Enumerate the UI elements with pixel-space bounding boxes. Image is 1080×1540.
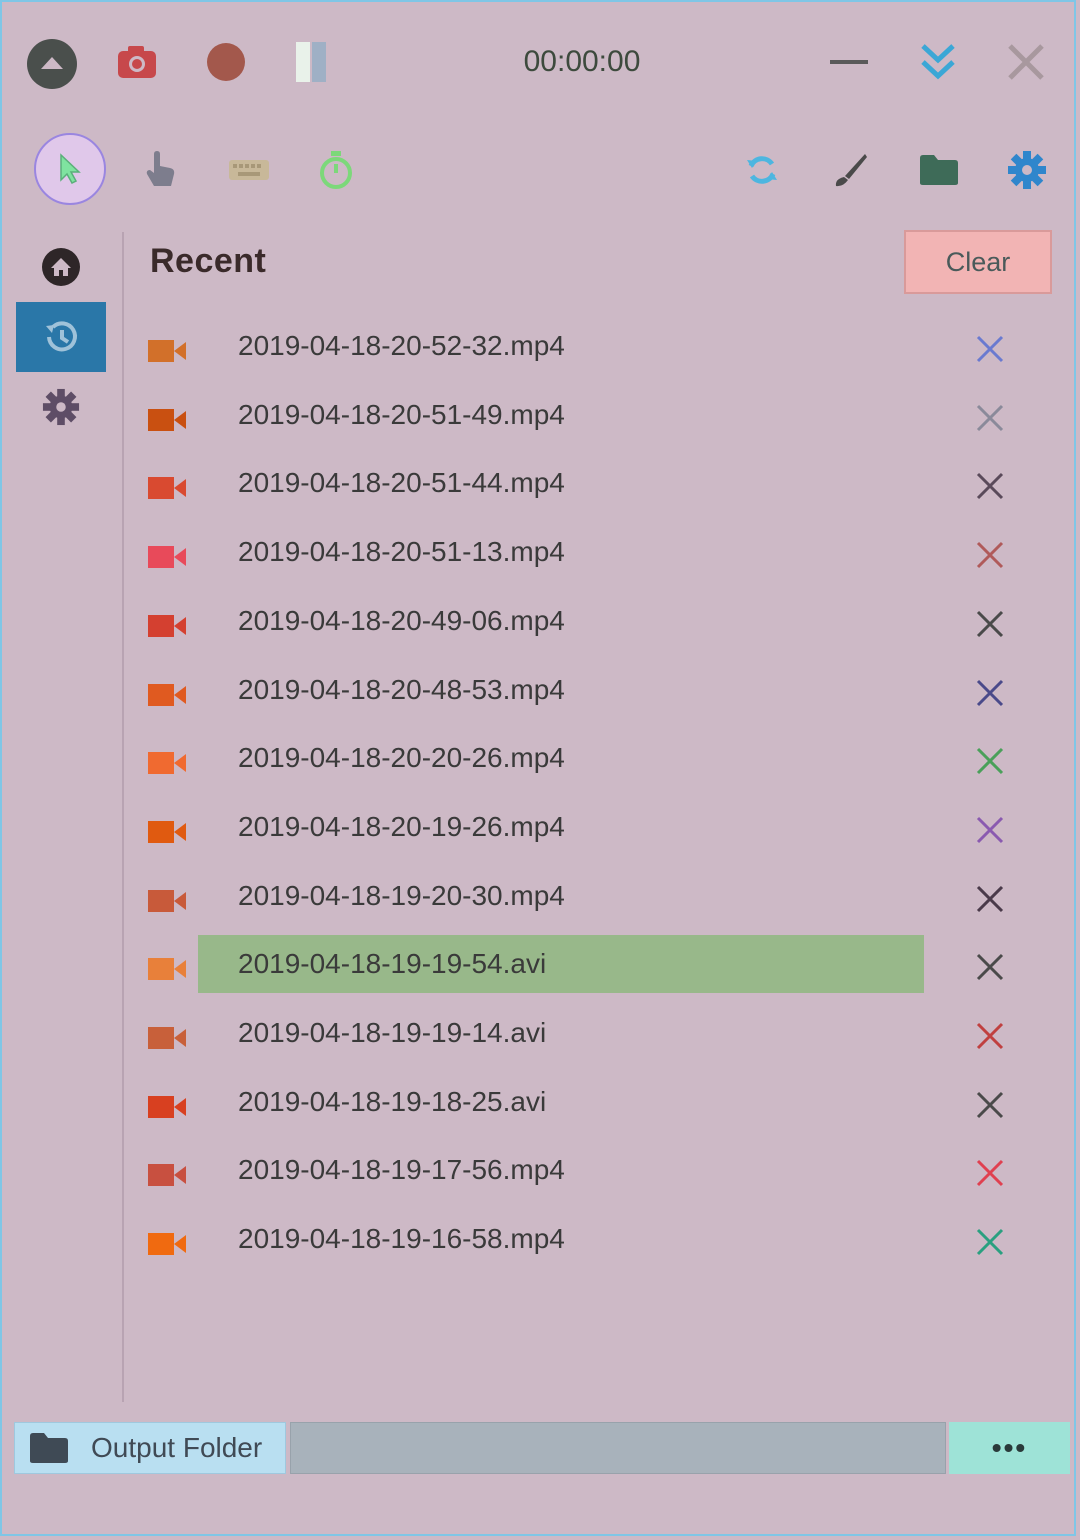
file-name[interactable]: 2019-04-18-19-16-58.mp4 — [198, 1210, 924, 1268]
video-camera-icon — [148, 408, 186, 437]
camera-icon[interactable] — [116, 42, 158, 82]
list-item[interactable]: 2019-04-18-20-51-49.mp4 — [132, 386, 1062, 454]
file-name[interactable]: 2019-04-18-20-52-32.mp4 — [198, 317, 924, 375]
list-item[interactable]: 2019-04-18-20-20-26.mp4 — [132, 729, 1062, 797]
video-camera-icon — [148, 339, 186, 368]
file-name[interactable]: 2019-04-18-20-51-44.mp4 — [198, 454, 924, 512]
folder-icon — [30, 1433, 68, 1463]
sidebar-divider — [122, 232, 124, 1402]
video-camera-icon — [148, 476, 186, 505]
list-item[interactable]: 2019-04-18-19-20-30.mp4 — [132, 867, 1062, 935]
video-camera-icon — [148, 889, 186, 918]
list-item[interactable]: 2019-04-18-19-18-25.avi — [132, 1073, 1062, 1141]
bottom-bar: Output Folder ••• — [14, 1422, 1070, 1474]
remove-icon[interactable] — [972, 331, 1008, 367]
chevron-double-down-icon[interactable] — [918, 40, 958, 84]
file-name[interactable]: 2019-04-18-19-19-54.avi — [198, 935, 924, 994]
file-name[interactable]: 2019-04-18-19-19-14.avi — [198, 1004, 924, 1062]
list-item[interactable]: 2019-04-18-20-48-53.mp4 — [132, 661, 1062, 729]
file-name[interactable]: 2019-04-18-19-18-25.avi — [198, 1073, 924, 1131]
file-name[interactable]: 2019-04-18-20-51-13.mp4 — [198, 523, 924, 581]
remove-icon[interactable] — [972, 1018, 1008, 1054]
remove-icon[interactable] — [972, 949, 1008, 985]
recording-timer: 00:00:00 — [523, 45, 641, 78]
output-path-field[interactable] — [290, 1422, 946, 1474]
refresh-icon[interactable] — [742, 149, 782, 191]
remove-icon[interactable] — [972, 743, 1008, 779]
file-name[interactable]: 2019-04-18-20-51-49.mp4 — [198, 386, 924, 444]
cursor-tool-button[interactable] — [34, 133, 106, 205]
video-camera-icon — [148, 545, 186, 574]
remove-icon[interactable] — [972, 1224, 1008, 1260]
video-camera-icon — [148, 957, 186, 986]
output-folder-label: Output Folder — [91, 1432, 263, 1463]
close-icon[interactable] — [1006, 42, 1046, 82]
video-camera-icon — [148, 1232, 186, 1261]
cursor-icon — [60, 153, 81, 184]
sidebar-item-home[interactable] — [16, 232, 106, 302]
app-window: 00:00:00 Recent Clear 2019-04-18-20-52-3… — [0, 0, 1076, 1536]
list-item[interactable]: 2019-04-18-19-17-56.mp4 — [132, 1141, 1062, 1209]
record-icon[interactable] — [206, 42, 246, 82]
sidebar-item-settings[interactable] — [16, 372, 106, 442]
clear-button[interactable]: Clear — [904, 230, 1052, 294]
video-camera-icon — [148, 614, 186, 643]
list-item[interactable]: 2019-04-18-19-19-14.avi — [132, 1004, 1062, 1072]
file-name[interactable]: 2019-04-18-20-19-26.mp4 — [198, 798, 924, 856]
settings-gear-icon — [42, 388, 80, 426]
list-item[interactable]: 2019-04-18-20-51-44.mp4 — [132, 454, 1062, 522]
gear-icon[interactable] — [1006, 149, 1048, 191]
list-item[interactable]: 2019-04-18-19-16-58.mp4 — [132, 1210, 1062, 1278]
sidebar-item-history[interactable] — [16, 302, 106, 372]
remove-icon[interactable] — [972, 675, 1008, 711]
list-item[interactable]: 2019-04-18-20-19-26.mp4 — [132, 798, 1062, 866]
stopwatch-icon[interactable] — [316, 149, 356, 191]
list-item[interactable]: 2019-04-18-20-49-06.mp4 — [132, 592, 1062, 660]
brush-icon[interactable] — [830, 149, 870, 191]
browse-more-button[interactable]: ••• — [949, 1422, 1070, 1474]
collapse-up-icon[interactable] — [26, 38, 78, 90]
list-item[interactable]: 2019-04-18-20-51-13.mp4 — [132, 523, 1062, 591]
recent-title: Recent — [150, 242, 267, 280]
remove-icon[interactable] — [972, 606, 1008, 642]
file-name[interactable]: 2019-04-18-20-20-26.mp4 — [198, 729, 924, 787]
minimize-icon[interactable] — [828, 50, 870, 74]
remove-icon[interactable] — [972, 812, 1008, 848]
video-camera-icon — [148, 1026, 186, 1055]
pause-icon[interactable] — [294, 40, 330, 84]
file-name[interactable]: 2019-04-18-19-17-56.mp4 — [198, 1141, 924, 1199]
video-camera-icon — [148, 683, 186, 712]
hand-pointer-icon[interactable] — [140, 149, 180, 191]
remove-icon[interactable] — [972, 881, 1008, 917]
video-camera-icon — [148, 751, 186, 780]
sidebar — [16, 232, 108, 1402]
remove-icon[interactable] — [972, 1087, 1008, 1123]
list-item[interactable]: 2019-04-18-20-52-32.mp4 — [132, 317, 1062, 385]
history-icon — [46, 321, 77, 352]
file-name[interactable]: 2019-04-18-20-49-06.mp4 — [198, 592, 924, 650]
video-camera-icon — [148, 820, 186, 849]
video-camera-icon — [148, 1095, 186, 1124]
file-name[interactable]: 2019-04-18-19-20-30.mp4 — [198, 867, 924, 925]
folder-icon[interactable] — [918, 151, 960, 189]
remove-icon[interactable] — [972, 1155, 1008, 1191]
remove-icon[interactable] — [972, 400, 1008, 436]
file-name[interactable]: 2019-04-18-20-48-53.mp4 — [198, 661, 924, 719]
list-item[interactable]: 2019-04-18-19-19-54.avi — [132, 935, 1062, 1003]
tool-bar — [2, 127, 1074, 217]
video-camera-icon — [148, 1163, 186, 1192]
remove-icon[interactable] — [972, 537, 1008, 573]
keyboard-icon[interactable] — [228, 157, 270, 183]
home-icon — [42, 248, 80, 286]
remove-icon[interactable] — [972, 468, 1008, 504]
output-folder-button[interactable]: Output Folder — [14, 1422, 286, 1474]
title-bar: 00:00:00 — [2, 2, 1074, 122]
